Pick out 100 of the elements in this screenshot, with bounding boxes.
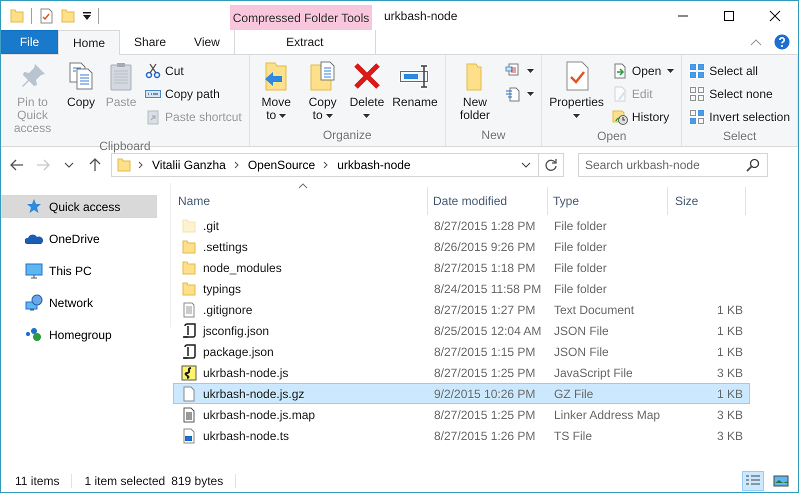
date-modified: 8/24/2015 11:58 PM [433,280,542,298]
ribbon-button[interactable]: Open [608,60,678,81]
date-modified: 8/27/2015 1:25 PM [433,364,536,382]
star-icon [25,198,43,216]
image-icon [774,476,788,486]
column-header[interactable]: Date modified [428,187,548,215]
search-icon [746,158,760,172]
file-type: File folder [553,260,608,276]
caret-icon [527,68,534,72]
date-modified: 8/27/2015 1:26 PM [433,428,536,444]
open-icon [612,62,628,78]
paste-shortcut-icon [145,108,162,124]
caret-icon [326,114,333,118]
new-item-icon [505,62,522,78]
file-size: 3 KB [716,428,744,444]
group-label: Select [722,128,758,145]
breadcrumb[interactable]: OpenSource [246,156,318,174]
ribbon-button[interactable]: Delete [346,58,388,126]
search-field[interactable]: Search urkbash-node [578,153,768,177]
date-modified: 8/26/2015 9:26 PM [433,238,536,256]
breadcrumb[interactable]: Vitalii Ganzha [150,156,228,174]
date-modified: 8/27/2015 1:25 PM [433,406,536,424]
file-name: ukrbash-node.ts [203,428,290,444]
select-none-icon [689,86,706,102]
selection-size: 819 bytes [171,473,224,490]
navigation-item[interactable]: Homegroup [1,323,157,346]
ribbon-button[interactable]: Invert selection [686,106,793,127]
ribbon-button[interactable]: Properties [546,58,607,127]
date-modified: 8/27/2015 1:18 PM [433,260,536,276]
item-count: 11 items [15,473,60,490]
refresh-icon [544,158,558,172]
details-view-button[interactable] [742,471,764,491]
collapse-ribbon-icon [750,38,762,46]
select-all-icon [689,62,706,78]
ribbon-button[interactable]: Select all [686,60,793,81]
properties-icon [38,8,54,24]
file-size: 1 KB [716,322,744,340]
file-size: 1 KB [716,386,744,402]
file-row[interactable]: ukrbash-node.js.gz 9/2/2015 10:26 PM GZ File 1 KB [173,383,750,404]
file-type: JSON File [553,344,610,360]
column-header[interactable]: Type [548,187,668,215]
monitor-icon [25,262,43,280]
ribbon-tab[interactable]: Home [58,30,120,55]
group-label: Clipboard [98,138,152,155]
navigation-item[interactable]: Quick access [1,195,157,218]
folder-icon [116,157,132,173]
caret-icon [573,114,580,118]
file-type: JSON File [553,322,610,340]
file-type: File folder [553,280,608,298]
address-bar[interactable]: Vitalii Ganzha OpenSource urkbash-node [111,153,564,177]
column-header[interactable]: Name [173,187,428,215]
column-header[interactable]: Size [668,187,746,215]
caret-icon [363,114,370,118]
file-row[interactable]: .git 8/27/2015 1:28 PM File folder [173,215,750,236]
date-modified: 9/2/2015 10:26 PM [433,386,536,402]
new-folder-icon [60,8,76,24]
ribbon-tab[interactable]: Share [120,30,180,54]
file-row[interactable]: .gitignore 8/27/2015 1:27 PM Text Document 1 KB [173,299,750,320]
file-row[interactable]: package.json 8/27/2015 1:15 PM JSON File 1 KB [173,341,750,362]
navigation-item[interactable]: OneDrive [1,227,157,250]
group-label: Open [596,128,628,145]
ribbon-tab[interactable]: Extract [234,30,376,54]
window-title: urkbash-node [383,8,458,24]
file-type: JavaScript File [553,364,634,382]
breadcrumb[interactable]: urkbash-node [335,156,413,174]
group-label: New [480,127,506,144]
chevron-icon [323,161,330,169]
ribbon-button[interactable]: Cut [142,60,245,81]
ribbon-tab[interactable]: File [1,30,58,54]
ribbon-button[interactable]: New folder [450,58,500,126]
ribbon-button[interactable]: Rename [389,58,441,126]
file-row[interactable]: typings 8/24/2015 11:58 PM File folder [173,278,750,299]
navigation-item[interactable]: Network [1,291,157,314]
ribbon-button[interactable]: Copy path [142,83,245,104]
file-name: .git [203,218,220,234]
file-row[interactable]: node_modules 8/27/2015 1:18 PM File folder [173,257,750,278]
close-icon [769,10,781,22]
file-type: TS File [553,428,594,444]
file-row[interactable]: ukrbash-node.js 8/27/2015 1:25 PM JavaScript File 3 KB [173,362,750,383]
file-size: 1 KB [716,302,744,318]
ribbon-button[interactable]: Move to [254,58,299,126]
ribbon-button[interactable]: History [608,106,678,127]
file-size: 3 KB [716,406,744,424]
ribbon-button[interactable]: Select none [686,83,793,104]
selection-info: 1 item selected [84,473,166,490]
chevron-icon [234,161,240,169]
navigation-item[interactable]: This PC [1,259,157,282]
ribbon-button[interactable]: Copy to [300,58,345,126]
file-row[interactable]: .settings 8/26/2015 9:26 PM File folder [173,236,750,257]
file-row[interactable]: ukrbash-node.js.map 8/27/2015 1:25 PM Linker Address Map 3 KB [173,404,750,425]
ribbon-tab[interactable]: View [180,30,234,54]
caret-icon [527,92,534,96]
edit-icon [612,86,628,102]
ribbon-button[interactable]: Copy [62,58,100,137]
date-modified: 8/27/2015 1:28 PM [433,218,536,234]
file-row[interactable]: ukrbash-node.ts 8/27/2015 1:26 PM TS File 3 KB [173,425,750,446]
file-row[interactable]: jsconfig.json 8/25/2015 12:04 AM JSON File 1 KB [173,320,750,341]
file-name: typings [203,280,242,298]
date-modified: 8/25/2015 12:04 AM [433,322,542,340]
customize-icon [82,10,92,20]
